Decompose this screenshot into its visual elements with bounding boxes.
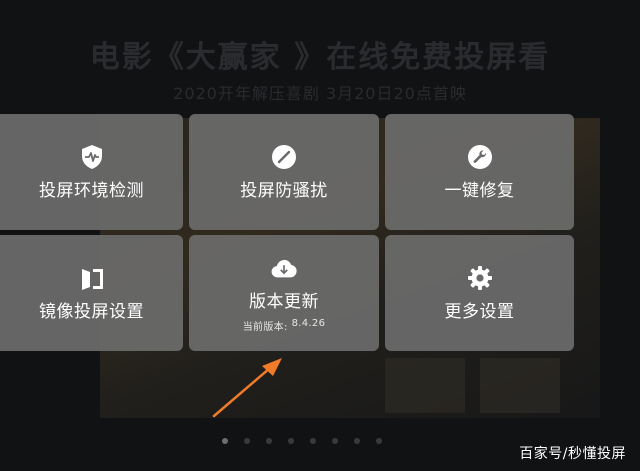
- watermark: 百家号/秒懂投屏: [519, 446, 626, 462]
- wrench-icon: [466, 143, 494, 171]
- carousel-dot: [354, 438, 360, 444]
- mirror-settings-label: 镜像投屏设置: [39, 302, 144, 322]
- carousel-indicator: [222, 438, 382, 444]
- background-thumbnail: [385, 358, 465, 413]
- carousel-dot: [266, 438, 272, 444]
- current-version-label: 当前版本:: [242, 321, 288, 333]
- version-update-label: 版本更新: [249, 291, 319, 312]
- carousel-dot: [288, 438, 294, 444]
- mirror-icon: [78, 264, 106, 292]
- carousel-dot: [310, 438, 316, 444]
- mirror-settings-button[interactable]: 镜像投屏设置: [0, 235, 183, 351]
- env-check-button[interactable]: 投屏环境检测: [0, 114, 183, 230]
- one-click-repair-button[interactable]: 一键修复: [385, 114, 574, 230]
- current-version-text: 当前版本: 8.4.26: [243, 318, 325, 333]
- carousel-dot: [332, 438, 338, 444]
- no-disturb-icon: [270, 143, 298, 171]
- current-version-value: 8.4.26: [291, 317, 326, 329]
- shield-check-icon: [78, 143, 106, 171]
- anti-harassment-label: 投屏防骚扰: [240, 181, 328, 201]
- carousel-dot: [244, 438, 250, 444]
- carousel-dot: [222, 438, 228, 444]
- env-check-label: 投屏环境检测: [39, 181, 144, 201]
- more-settings-button[interactable]: 更多设置: [385, 235, 574, 351]
- background-subtitle: 2020开年解压喜剧 3月20日20点首映: [173, 84, 467, 103]
- more-settings-label: 更多设置: [444, 302, 515, 322]
- cloud-download-icon: [270, 254, 298, 282]
- menu-grid: 投屏环境检测 投屏防骚扰 一键修复 镜像投屏设置 版本更新 当前版本: 8.4.…: [0, 114, 574, 351]
- anti-harassment-button[interactable]: 投屏防骚扰: [189, 114, 379, 230]
- gear-icon: [466, 264, 494, 292]
- background-title: 电影《大赢家 》在线免费投屏看: [89, 40, 551, 75]
- carousel-dot: [376, 438, 382, 444]
- one-click-repair-label: 一键修复: [444, 181, 515, 201]
- version-update-button[interactable]: 版本更新 当前版本: 8.4.26: [189, 235, 379, 351]
- background-thumbnail: [480, 358, 560, 413]
